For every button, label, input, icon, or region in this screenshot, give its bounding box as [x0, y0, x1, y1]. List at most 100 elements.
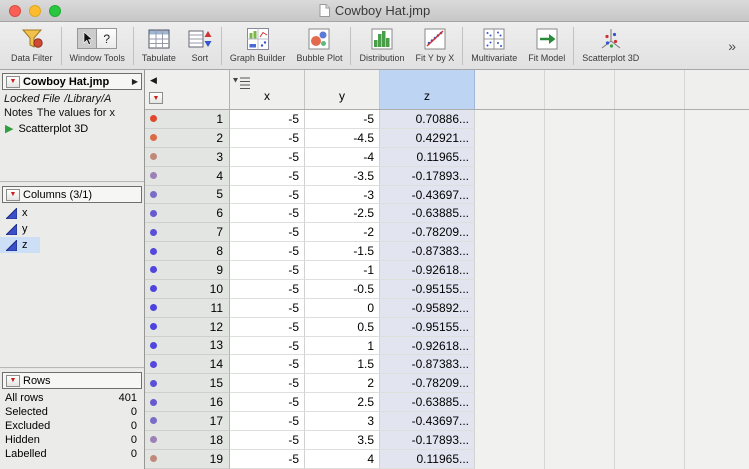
collapse-sidebar-icon[interactable]: ◀ [150, 76, 157, 85]
toolbar-button-distribution[interactable]: Distribution [354, 23, 409, 68]
cell-z[interactable]: -0.95155... [380, 279, 475, 299]
row-header-cell[interactable]: 14 [145, 355, 230, 375]
cell-y[interactable]: 1.5 [305, 355, 380, 375]
cell-y[interactable]: -5 [305, 110, 380, 129]
table-row[interactable]: 1 -5 -5 0.70886... [145, 110, 749, 129]
cell-y[interactable]: 3 [305, 412, 380, 431]
cell-x[interactable]: -5 [230, 393, 305, 412]
table-row[interactable]: 15 -5 2 -0.78209... [145, 374, 749, 394]
cell-z[interactable]: -0.17893... [380, 166, 475, 186]
row-header-cell[interactable]: 16 [145, 393, 230, 412]
row-marker-dot[interactable] [150, 153, 157, 161]
row-header-cell[interactable]: 8 [145, 242, 230, 261]
row-marker-dot[interactable] [150, 360, 157, 368]
cell-x[interactable]: -5 [230, 128, 305, 148]
row-header-cell[interactable]: 10 [145, 279, 230, 299]
panel-expand-icon[interactable]: ▶ [132, 77, 138, 86]
cell-y[interactable]: 1 [305, 336, 380, 356]
table-row[interactable]: 4 -5 -3.5 -0.17893... [145, 166, 749, 186]
cell-x[interactable]: -5 [230, 166, 305, 186]
row-marker-dot[interactable] [150, 247, 157, 255]
row-header-cell[interactable]: 12 [145, 317, 230, 337]
table-row[interactable]: 14 -5 1.5 -0.87383... [145, 355, 749, 375]
cell-y[interactable]: 2.5 [305, 393, 380, 412]
cell-x[interactable]: -5 [230, 298, 305, 318]
row-header-cell[interactable]: 5 [145, 185, 230, 205]
cell-y[interactable]: -4.5 [305, 128, 380, 148]
grid-red-triangle-menu[interactable]: ▼ [149, 92, 163, 104]
toolbar-button-window-tools[interactable]: ? Window Tools [65, 23, 130, 68]
cell-y[interactable]: -1 [305, 261, 380, 280]
table-row[interactable]: 17 -5 3 -0.43697... [145, 412, 749, 431]
cell-y[interactable]: 3.5 [305, 430, 380, 450]
toolbar-button-multivariate[interactable]: Multivariate [466, 23, 522, 68]
table-row[interactable]: 11 -5 0 -0.95892... [145, 298, 749, 318]
cell-x[interactable]: -5 [230, 430, 305, 450]
table-row[interactable]: 13 -5 1 -0.92618... [145, 336, 749, 356]
row-marker-dot[interactable] [150, 455, 157, 463]
row-marker-dot[interactable] [150, 172, 157, 180]
table-row[interactable]: 19 -5 4 0.11965... [145, 449, 749, 469]
cell-z[interactable]: 0.11965... [380, 449, 475, 469]
rows-stat-all-rows[interactable]: All rows 401 [0, 391, 144, 405]
cell-x[interactable]: -5 [230, 110, 305, 129]
cell-x[interactable]: -5 [230, 317, 305, 337]
table-row[interactable]: 8 -5 -1.5 -0.87383... [145, 242, 749, 261]
table-row[interactable]: 6 -5 -2.5 -0.63885... [145, 204, 749, 224]
cell-z[interactable]: -0.87383... [380, 355, 475, 375]
row-header-cell[interactable]: 9 [145, 261, 230, 280]
column-header-y[interactable]: y [305, 70, 380, 109]
table-row[interactable]: 2 -5 -4.5 0.42921... [145, 128, 749, 148]
cell-y[interactable]: 4 [305, 449, 380, 469]
row-header-cell[interactable]: 13 [145, 336, 230, 356]
cell-x[interactable]: -5 [230, 204, 305, 224]
row-header-cell[interactable]: 3 [145, 147, 230, 167]
arrow-cursor-tool-button[interactable] [77, 28, 98, 49]
cell-z[interactable]: -0.95892... [380, 298, 475, 318]
cell-x[interactable]: -5 [230, 355, 305, 375]
cell-z[interactable]: 0.11965... [380, 147, 475, 167]
table-row[interactable]: 9 -5 -1 -0.92618... [145, 261, 749, 280]
rows-stat-labelled[interactable]: Labelled 0 [0, 447, 144, 461]
cell-z[interactable]: -0.17893... [380, 430, 475, 450]
table-row[interactable]: 12 -5 0.5 -0.95155... [145, 317, 749, 337]
table-row[interactable]: 3 -5 -4 0.11965... [145, 147, 749, 167]
row-marker-dot[interactable] [150, 398, 157, 406]
row-marker-dot[interactable] [150, 341, 157, 349]
cell-z[interactable]: -0.87383... [380, 242, 475, 261]
row-marker-dot[interactable] [150, 115, 157, 123]
toolbar-button-sort[interactable]: Sort [182, 23, 218, 68]
cell-x[interactable]: -5 [230, 147, 305, 167]
cell-x[interactable]: -5 [230, 261, 305, 280]
table-row[interactable]: 5 -5 -3 -0.43697... [145, 185, 749, 205]
row-header-cell[interactable]: 1 [145, 110, 230, 129]
row-marker-dot[interactable] [150, 266, 157, 274]
script-run-icon[interactable]: ▶ [5, 123, 13, 135]
row-marker-dot[interactable] [150, 285, 157, 293]
row-header-cell[interactable]: 7 [145, 223, 230, 243]
cell-z[interactable]: -0.95155... [380, 317, 475, 337]
table-row[interactable]: 16 -5 2.5 -0.63885... [145, 393, 749, 412]
row-marker-dot[interactable] [150, 134, 157, 142]
cell-z[interactable]: -0.78209... [380, 374, 475, 394]
cell-x[interactable]: -5 [230, 374, 305, 394]
toolbar-button-data-filter[interactable]: Data Filter [6, 23, 58, 68]
cell-y[interactable]: -0.5 [305, 279, 380, 299]
cell-y[interactable]: -1.5 [305, 242, 380, 261]
cell-x[interactable]: -5 [230, 223, 305, 243]
cell-z[interactable]: -0.63885... [380, 204, 475, 224]
table-row[interactable]: 18 -5 3.5 -0.17893... [145, 430, 749, 450]
cell-y[interactable]: -3.5 [305, 166, 380, 186]
cell-z[interactable]: -0.43697... [380, 185, 475, 205]
row-marker-dot[interactable] [150, 379, 157, 387]
cell-z[interactable]: -0.78209... [380, 223, 475, 243]
row-marker-dot[interactable] [150, 436, 157, 444]
columns-list-icon[interactable] [233, 76, 251, 89]
toolbar-button-fit-model[interactable]: Fit Model [523, 23, 570, 68]
row-marker-dot[interactable] [150, 209, 157, 217]
cell-y[interactable]: -4 [305, 147, 380, 167]
row-header-cell[interactable]: 2 [145, 128, 230, 148]
cell-z[interactable]: -0.92618... [380, 336, 475, 356]
cell-z[interactable]: 0.70886... [380, 110, 475, 129]
row-marker-dot[interactable] [150, 190, 157, 198]
